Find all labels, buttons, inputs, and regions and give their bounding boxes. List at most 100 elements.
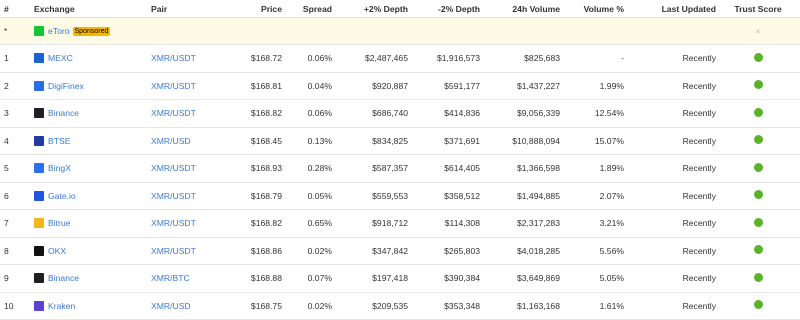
volume-cell: $9,056,339 bbox=[480, 99, 560, 128]
minus-depth-cell: $1,916,573 bbox=[408, 44, 480, 73]
volume-pct-cell: 5.56% bbox=[560, 237, 624, 265]
exchange-table: # Exchange Pair Price Spread +2% Depth -… bbox=[0, 0, 800, 320]
price-cell: $168.75 bbox=[229, 292, 282, 320]
pair-link[interactable]: XMR/USD bbox=[151, 136, 191, 146]
last-updated-cell: Recently bbox=[624, 99, 716, 128]
header-plus-depth[interactable]: +2% Depth bbox=[332, 0, 408, 18]
sponsored-row[interactable]: * eToro Sponsored × bbox=[0, 17, 800, 45]
volume-cell: $1,163,168 bbox=[480, 292, 560, 320]
exchange-link[interactable]: Gate.io bbox=[48, 191, 76, 201]
minus-depth-cell: $353,348 bbox=[408, 292, 480, 320]
last-updated-cell: Recently bbox=[624, 292, 716, 320]
volume-cell: $4,018,285 bbox=[480, 237, 560, 265]
plus-depth-cell: $587,357 bbox=[332, 154, 408, 183]
volume-cell: $2,317,283 bbox=[480, 209, 560, 238]
exchange-logo-icon bbox=[34, 80, 44, 91]
volume-cell: $1,366,598 bbox=[480, 154, 560, 183]
trust-score-icon bbox=[753, 245, 763, 255]
sponsored-badge: Sponsored bbox=[72, 26, 111, 36]
header-minus-depth[interactable]: -2% Depth bbox=[408, 0, 480, 18]
table-row[interactable]: 5 BingX XMR/USDT $168.93 0.28% $587,357 $614,4… bbox=[0, 154, 800, 183]
volume-pct-cell: 5.05% bbox=[560, 264, 624, 293]
table-row[interactable]: 10 Kraken XMR/USD $168.75 0.02% $209,535 $353,… bbox=[0, 292, 800, 320]
rank-cell: 10 bbox=[0, 292, 34, 320]
price-cell: $168.86 bbox=[229, 237, 282, 265]
volume-cell: $3,649,869 bbox=[480, 264, 560, 293]
price-cell: $168.45 bbox=[229, 127, 282, 155]
volume-pct-cell: 15.07% bbox=[560, 127, 624, 155]
exchange-link[interactable]: Bitrue bbox=[48, 218, 70, 228]
price-cell: $168.72 bbox=[229, 44, 282, 73]
exchange-link[interactable]: MEXC bbox=[48, 53, 73, 63]
table-row[interactable]: 4 BTSE XMR/USD $168.45 0.13% $834,825 $371,691… bbox=[0, 127, 800, 155]
exchange-link[interactable]: Binance bbox=[48, 108, 79, 118]
rank-cell: 8 bbox=[0, 237, 34, 265]
header-pair[interactable]: Pair bbox=[151, 0, 229, 18]
header-price[interactable]: Price bbox=[229, 0, 282, 18]
last-updated-cell: Recently bbox=[624, 72, 716, 100]
spread-cell: 0.28% bbox=[282, 154, 332, 183]
header-trust-score[interactable]: Trust Score bbox=[716, 0, 800, 18]
exchange-logo-icon bbox=[34, 53, 44, 64]
volume-cell: $1,437,227 bbox=[480, 72, 560, 100]
header-spread[interactable]: Spread bbox=[282, 0, 332, 18]
pair-link[interactable]: XMR/USDT bbox=[151, 191, 196, 201]
table-row[interactable]: 7 Bitrue XMR/USDT $168.82 0.65% $918,712 $114,… bbox=[0, 209, 800, 238]
table-row[interactable]: 6 Gate.io XMR/USDT $168.79 0.05% $559,553 $358… bbox=[0, 182, 800, 210]
trust-score-icon bbox=[753, 272, 763, 282]
header-exchange[interactable]: Exchange bbox=[34, 0, 151, 18]
volume-pct-cell: 2.07% bbox=[560, 182, 624, 210]
volume-pct-cell: 1.61% bbox=[560, 292, 624, 320]
pair-link[interactable]: XMR/USDT bbox=[151, 246, 196, 256]
spread-cell: 0.13% bbox=[282, 127, 332, 155]
last-updated-cell: Recently bbox=[624, 264, 716, 293]
pair-link[interactable]: XMR/USDT bbox=[151, 163, 196, 173]
header-rank[interactable]: # bbox=[0, 0, 34, 18]
pair-link[interactable]: XMR/BTC bbox=[151, 273, 190, 283]
minus-depth-cell: $358,512 bbox=[408, 182, 480, 210]
header-volume-pct[interactable]: Volume % bbox=[560, 0, 624, 18]
header-volume[interactable]: 24h Volume bbox=[480, 0, 560, 18]
sponsored-exchange-link[interactable]: eToro bbox=[48, 26, 70, 36]
volume-pct-cell: 12.54% bbox=[560, 99, 624, 128]
table-row[interactable]: 3 Binance XMR/USDT $168.82 0.06% $686,740 $414… bbox=[0, 99, 800, 128]
exchange-link[interactable]: OKX bbox=[48, 246, 66, 256]
exchange-logo-icon bbox=[34, 300, 44, 311]
price-cell: $168.88 bbox=[229, 264, 282, 293]
close-icon[interactable]: × bbox=[756, 27, 761, 36]
pair-link[interactable]: XMR/USDT bbox=[151, 81, 196, 91]
spread-cell: 0.02% bbox=[282, 237, 332, 265]
table-row[interactable]: 2 DigiFinex XMR/USDT $168.81 0.04% $920,887 $5… bbox=[0, 72, 800, 100]
plus-depth-cell: $559,553 bbox=[332, 182, 408, 210]
last-updated-cell: Recently bbox=[624, 209, 716, 238]
header-last-updated[interactable]: Last Updated bbox=[624, 0, 716, 18]
volume-cell: $1,494,885 bbox=[480, 182, 560, 210]
exchange-link[interactable]: Binance bbox=[48, 273, 79, 283]
exchange-link[interactable]: BingX bbox=[48, 163, 71, 173]
plus-depth-cell: $918,712 bbox=[332, 209, 408, 238]
exchange-link[interactable]: Kraken bbox=[48, 301, 75, 311]
price-cell: $168.79 bbox=[229, 182, 282, 210]
table-row[interactable]: 8 OKX XMR/USDT $168.86 0.02% $347,842 $265,803… bbox=[0, 237, 800, 265]
pair-link[interactable]: XMR/USDT bbox=[151, 108, 196, 118]
table-row[interactable]: 9 Binance XMR/BTC $168.88 0.07% $197,418 $390,… bbox=[0, 264, 800, 293]
exchange-link[interactable]: DigiFinex bbox=[48, 81, 84, 91]
spread-cell: 0.02% bbox=[282, 292, 332, 320]
etoro-logo-icon bbox=[34, 26, 44, 36]
exchange-logo-icon bbox=[34, 163, 44, 174]
rank-cell: 9 bbox=[0, 264, 34, 293]
pair-link[interactable]: XMR/USDT bbox=[151, 53, 196, 63]
spread-cell: 0.07% bbox=[282, 264, 332, 293]
plus-depth-cell: $2,487,465 bbox=[332, 44, 408, 73]
last-updated-cell: Recently bbox=[624, 154, 716, 183]
table-header-row: # Exchange Pair Price Spread +2% Depth -… bbox=[0, 0, 800, 18]
pair-link[interactable]: XMR/USDT bbox=[151, 218, 196, 228]
spread-cell: 0.04% bbox=[282, 72, 332, 100]
volume-cell: $825,683 bbox=[480, 44, 560, 73]
exchange-link[interactable]: BTSE bbox=[48, 136, 70, 146]
spread-cell: 0.05% bbox=[282, 182, 332, 210]
table-row[interactable]: 1 MEXC XMR/USDT $168.72 0.06% $2,487,465 $1,91… bbox=[0, 44, 800, 73]
price-cell: $168.82 bbox=[229, 209, 282, 238]
volume-cell: $10,888,094 bbox=[480, 127, 560, 155]
pair-link[interactable]: XMR/USD bbox=[151, 301, 191, 311]
